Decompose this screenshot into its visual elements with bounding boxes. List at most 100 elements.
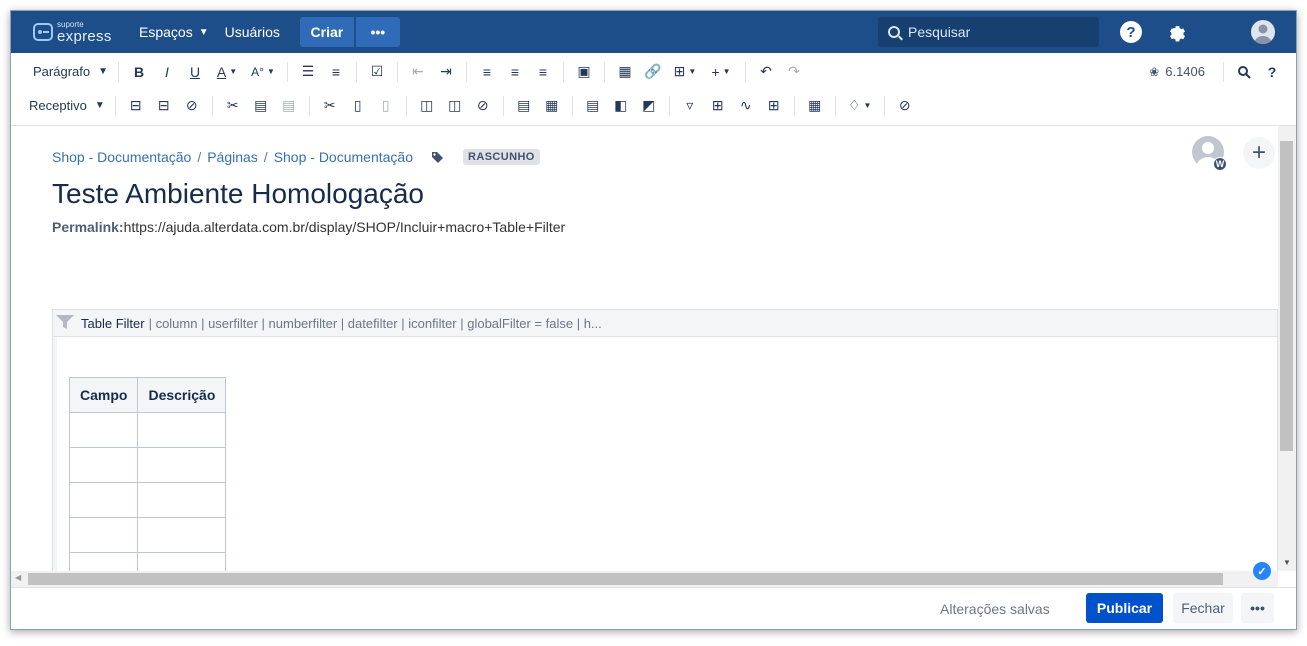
breadcrumb-item[interactable]: Shop - Documentação [274,149,413,165]
align-right-icon[interactable]: ≡ [529,59,557,85]
redo-icon[interactable]: ↷ [780,59,808,85]
italic-button[interactable]: I [153,59,181,85]
horizontal-scrollbar[interactable]: ◀ [11,571,1278,587]
table-cell[interactable] [68,482,139,518]
check-icon[interactable]: ✓ [1253,562,1271,580]
bullet-list-icon[interactable]: ☰ [294,59,322,85]
spreadsheet-icon[interactable]: ⊞ [760,93,788,119]
insert-row-before-icon[interactable]: ⊟ [122,93,150,119]
more-options-button[interactable]: ••• [1241,593,1274,623]
macro-header[interactable]: Table Filter | column | userfilter | num… [53,310,1277,337]
add-collaborator-button[interactable]: + [1243,137,1275,169]
split-cell-icon[interactable]: ▦ [538,93,566,119]
copy-column-icon[interactable]: ▯ [344,93,372,119]
search-input[interactable]: Pesquisar [878,17,1099,47]
text-color-button[interactable]: A ▼ [209,59,245,85]
scroll-left-arrow-icon[interactable]: ◀ [15,573,21,582]
align-left-icon[interactable]: ≡ [473,59,501,85]
table-icon[interactable]: ⊞ ▼ [667,59,703,85]
delete-column-icon[interactable]: ⊘ [469,93,497,119]
breadcrumb-item[interactable]: Shop - Documentação [52,149,191,165]
scroll-down-arrow-icon[interactable]: ▼ [1283,558,1291,567]
insert-column-before-icon[interactable]: ◫ [413,93,441,119]
chevron-down-icon: ▼ [863,101,872,110]
table-cell[interactable] [68,447,139,483]
vertical-scroll-thumb[interactable] [1280,141,1293,451]
task-list-icon[interactable]: ☑ [363,59,391,85]
table-cell[interactable] [137,447,227,483]
toolbar-divider [1223,61,1224,82]
chart-icon[interactable]: ∿ [732,93,760,119]
publish-button[interactable]: Publicar [1086,593,1163,623]
numbered-list-icon[interactable]: ≡ [322,59,350,85]
page-layout-icon[interactable]: ▣ [570,59,598,85]
create-button[interactable]: Criar [299,17,354,47]
breadcrumb: Shop - Documentação / Páginas / Shop - D… [52,149,540,165]
table-cell[interactable] [68,552,139,571]
undo-icon[interactable]: ↶ [752,59,780,85]
link-icon[interactable]: 🔗 [639,59,667,85]
table-properties-icon[interactable]: ▦ [801,93,829,119]
filter-table: Campo Descrição [68,377,227,571]
insert-row-after-icon[interactable]: ⊟ [150,93,178,119]
chevron-down-icon: ▼ [266,67,275,76]
insert-column-after-icon[interactable]: ◫ [441,93,469,119]
table-cell[interactable] [68,517,139,553]
align-center-icon[interactable]: ≡ [501,59,529,85]
table-cell[interactable] [68,412,139,448]
header-column-icon[interactable]: ◧ [607,93,635,119]
table-row [68,447,227,483]
pivot-table-icon[interactable]: ⊞ [704,93,732,119]
insert-more-icon[interactable]: + ▼ [703,59,739,85]
table-cell[interactable] [137,552,227,571]
paste-column-icon[interactable]: ▯ [372,93,400,119]
delete-table-icon[interactable]: ⊘ [891,93,919,119]
header-row-icon[interactable]: ▤ [579,93,607,119]
paste-row-icon[interactable]: ▤ [275,93,303,119]
outdent-icon[interactable]: ⇤ [404,59,432,85]
table-cell[interactable] [137,412,227,448]
underline-button[interactable]: U [181,59,209,85]
horizontal-scroll-thumb[interactable] [28,573,1223,585]
page-title[interactable]: Teste Ambiente Homologação [52,178,424,210]
table-header-cell[interactable]: Descrição [137,377,227,413]
find-replace-icon[interactable] [1230,59,1258,85]
tag-icon[interactable] [431,151,443,163]
cell-color-icon[interactable]: ♢ ▼ [842,93,878,119]
copy-row-icon[interactable]: ▤ [247,93,275,119]
editor-content[interactable]: Shop - Documentação / Páginas / Shop - D… [11,126,1278,571]
image-icon[interactable]: ▦ [611,59,639,85]
keyboard-help-button[interactable]: ? [1258,59,1286,85]
permalink-text[interactable]: Permalink:https://ajuda.alterdata.com.br… [52,219,565,235]
breadcrumb-item[interactable]: Páginas [207,149,258,165]
bold-button[interactable]: B [125,59,153,85]
numbered-column-icon[interactable]: ◩ [635,93,663,119]
indent-icon[interactable]: ⇥ [432,59,460,85]
table-filter-icon[interactable]: ▿ [676,93,704,119]
table-filter-macro[interactable]: Table Filter | column | userfilter | num… [52,309,1278,571]
create-more-button[interactable]: ••• [355,17,400,47]
spaces-menu[interactable]: Espaços ▼ [139,24,209,40]
user-avatar[interactable] [1251,20,1275,44]
toolbar-divider [397,61,398,82]
gear-icon[interactable] [1163,20,1187,44]
users-link[interactable]: Usuários [225,24,280,40]
vertical-scrollbar[interactable]: ▼ [1278,126,1296,571]
toolbar-divider [793,95,795,116]
merge-cells-icon[interactable]: ▤ [510,93,538,119]
app-logo[interactable]: suporte express [33,17,117,47]
version-indicator[interactable]: ❀ 6.1406 [1149,64,1205,79]
more-formatting-button[interactable]: A° ▼ [245,59,281,85]
responsive-select[interactable]: Receptivo ▼ [29,98,105,113]
table-header-cell[interactable]: Campo [68,377,139,413]
macro-body[interactable]: Campo Descrição [53,337,1277,571]
delete-row-icon[interactable]: ⊘ [178,93,206,119]
cut-column-icon[interactable]: ✂ [316,93,344,119]
table-cell[interactable] [137,517,227,553]
help-button[interactable]: ? [1120,21,1142,43]
cut-row-icon[interactable]: ✂ [219,93,247,119]
table-cell[interactable] [137,482,227,518]
close-button[interactable]: Fechar [1173,593,1233,623]
users-label: Usuários [224,24,280,40]
paragraph-style-select[interactable]: Parágrafo ▼ [33,64,108,79]
